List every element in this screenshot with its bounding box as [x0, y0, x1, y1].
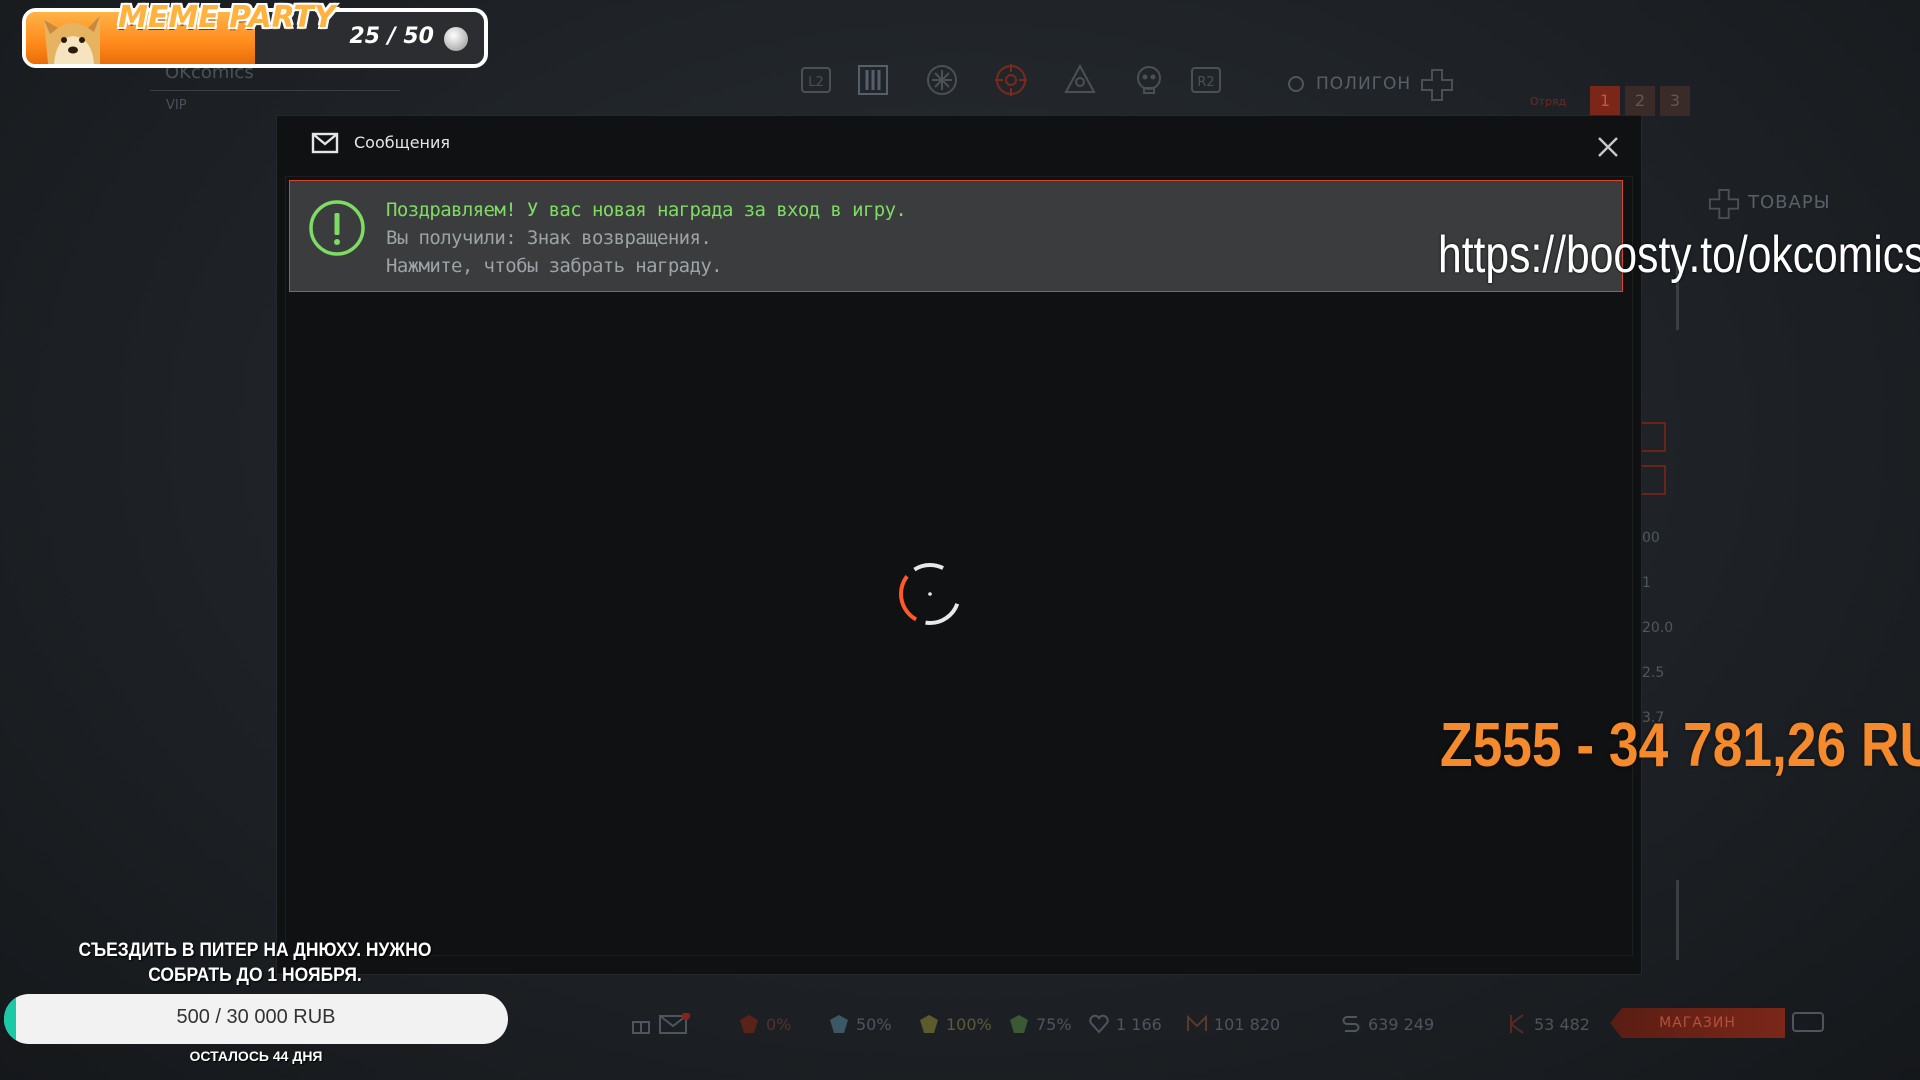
stat-value: 0% — [766, 1014, 792, 1034]
message-headline: Поздравляем! У вас новая награда за вход… — [386, 199, 907, 221]
stat-value: 53 482 — [1534, 1014, 1590, 1034]
stat-yellow: 100% — [918, 1013, 992, 1035]
stat-health: 1 166 — [1088, 1013, 1162, 1035]
donation-overlay: Z555 - 34 781,26 RUB — [1440, 711, 1920, 780]
bg-vip-label: VIP — [166, 98, 187, 113]
stat-value: 101 820 — [1214, 1014, 1281, 1034]
stat-reputation: 101 820 — [1186, 1013, 1280, 1035]
gift-mail-icons[interactable] — [630, 1013, 690, 1035]
svg-text:L2: L2 — [808, 75, 824, 90]
goal-days-left: ОСТАЛОСЬ 44 ДНЯ — [189, 1048, 323, 1064]
stat-value: 1 166 — [1116, 1014, 1162, 1034]
meme-progress-text: 25 / 50 — [349, 24, 434, 49]
squad-2-button[interactable]: 2 — [1625, 86, 1655, 116]
meme-party-widget: MEME PARTY 25 / 50 — [22, 0, 488, 68]
side-slot — [1640, 465, 1666, 495]
modules-icon[interactable] — [922, 60, 962, 100]
equipment-icon[interactable] — [853, 60, 893, 100]
side-scrollbar — [1676, 880, 1679, 960]
squad-1-button[interactable]: 1 — [1590, 86, 1620, 116]
goal-description: СЪЕЗДИТЬ В ПИТЕР НА ДНЮХУ. НУЖНО СОБРАТЬ… — [78, 940, 432, 986]
stat-value: 100% — [946, 1014, 992, 1034]
loading-spinner-icon — [897, 561, 963, 631]
squad-label: Отряд — [1530, 95, 1567, 108]
close-icon[interactable] — [1593, 132, 1623, 162]
side-value: 00 — [1642, 530, 1660, 546]
side-slot — [1640, 422, 1666, 452]
bg-divider — [150, 90, 400, 91]
poligon-button[interactable]: ПОЛИГОН — [1316, 74, 1411, 94]
message-hint: Нажмите, чтобы забрать награду. — [386, 255, 723, 277]
skull-icon[interactable] — [1129, 60, 1169, 100]
stat-kills: 53 482 — [1506, 1013, 1590, 1035]
stat-value: 50% — [856, 1014, 892, 1034]
modal-title: Сообщения — [354, 133, 451, 152]
l2-icon: L2 — [796, 60, 836, 100]
alert-icon — [308, 199, 366, 261]
goods-tab[interactable]: ТОВАРЫ — [1748, 192, 1831, 213]
stat-green: 75% — [1008, 1013, 1072, 1035]
stat-value: 75% — [1036, 1014, 1072, 1034]
meme-party-title: MEME PARTY — [118, 0, 336, 35]
goal-progress-bar: 500 / 30 000 RUB — [4, 994, 508, 1044]
doge-icon — [34, 4, 112, 66]
reward-message[interactable]: Поздравляем! У вас новая награда за вход… — [289, 180, 1623, 292]
target-icon[interactable] — [991, 60, 1031, 100]
coin-icon — [444, 27, 468, 51]
side-value: 1 — [1642, 575, 1651, 591]
message-detail: Вы получили: Знак возвращения. — [386, 227, 712, 249]
poligon-icon — [1288, 76, 1304, 92]
side-value: 2.5 — [1642, 665, 1665, 681]
stat-value: 639 249 — [1368, 1014, 1435, 1034]
stat-blue: 50% — [828, 1013, 892, 1035]
stat-money: 639 249 — [1340, 1013, 1434, 1035]
biohazard-icon[interactable] — [1060, 60, 1100, 100]
mail-icon — [311, 132, 339, 158]
shop-button[interactable]: МАГАЗИН — [1610, 1008, 1785, 1038]
svg-text:R2: R2 — [1197, 75, 1214, 90]
boosty-link-overlay: https://boosty.to/okcomics — [1438, 226, 1920, 284]
battery-icon — [1792, 1012, 1824, 1032]
dpad-icon — [1420, 68, 1454, 106]
goal-value: 500 / 30 000 RUB — [176, 1006, 336, 1028]
stat-red: 0% — [738, 1013, 791, 1035]
r2-icon: R2 — [1186, 60, 1226, 100]
side-value: 20.0 — [1642, 620, 1674, 636]
squad-3-button[interactable]: 3 — [1660, 86, 1690, 116]
dpad-icon — [1708, 188, 1740, 224]
